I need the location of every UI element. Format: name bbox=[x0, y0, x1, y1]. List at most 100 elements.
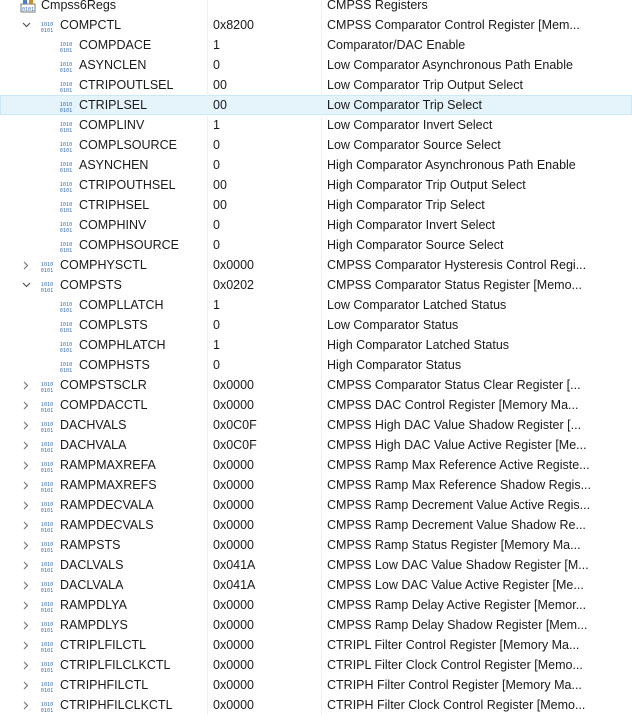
register-value[interactable]: 0 bbox=[213, 355, 316, 375]
tree-row[interactable]: 1010 0101 COMPHINV 0 High Comparator Invert … bbox=[0, 215, 632, 235]
register-value[interactable]: 0x0000 bbox=[213, 655, 316, 675]
register-value[interactable]: 0x0000 bbox=[213, 495, 316, 515]
tree-row[interactable]: 1010 0101 COMPLINV 1 Low Comparator Invert S… bbox=[0, 115, 632, 135]
chevron-right-icon[interactable] bbox=[20, 375, 32, 395]
tree-row[interactable]: 1010 0101 CTRIPHFILCLKCTL 0x0000 CTRIPH Filt… bbox=[0, 695, 632, 715]
chevron-down-icon[interactable] bbox=[20, 275, 32, 295]
register-value[interactable]: 0x0000 bbox=[213, 515, 316, 535]
tree-row[interactable]: 1010 0101 DACHVALS 0x0C0F CMPSS High DAC Val… bbox=[0, 415, 632, 435]
chevron-right-icon[interactable] bbox=[20, 535, 32, 555]
tree-row[interactable]: 1010 0101 CTRIPLFILCLKCTL 0x0000 CTRIPL Filt… bbox=[0, 655, 632, 675]
tree-row[interactable]: 1010 0101 COMPHLATCH 1 High Comparator Latch… bbox=[0, 335, 632, 355]
chevron-right-icon[interactable] bbox=[20, 255, 32, 275]
register-value[interactable]: 0x0000 bbox=[213, 695, 316, 715]
tree-row-root[interactable]: 0101 Cmpss6Regs CMPSS Registers bbox=[0, 0, 632, 15]
tree-row[interactable]: 1010 0101 DACHVALA 0x0C0F CMPSS High DAC Val… bbox=[0, 435, 632, 455]
register-value[interactable]: 0 bbox=[213, 55, 316, 75]
register-value[interactable]: 0x0000 bbox=[213, 255, 316, 275]
chevron-right-icon[interactable] bbox=[20, 635, 32, 655]
register-value[interactable]: 0 bbox=[213, 215, 316, 235]
tree-row[interactable]: 1010 0101 COMPCTL 0x8200 CMPSS Comparator Co… bbox=[0, 15, 632, 35]
register-value[interactable]: 1 bbox=[213, 335, 316, 355]
tree-row[interactable]: 1010 0101 CTRIPLSEL 00 Low Comparator Trip S… bbox=[0, 95, 632, 115]
register-value[interactable]: 0x0202 bbox=[213, 275, 316, 295]
register-value[interactable]: 0x0000 bbox=[213, 635, 316, 655]
tree-row[interactable]: 1010 0101 COMPDACCTL 0x0000 CMPSS DAC Contro… bbox=[0, 395, 632, 415]
register-value[interactable]: 0x0000 bbox=[213, 675, 316, 695]
register-value[interactable]: 0 bbox=[213, 135, 316, 155]
register-value[interactable]: 0x0000 bbox=[213, 595, 316, 615]
register-value[interactable]: 1 bbox=[213, 115, 316, 135]
register-value[interactable]: 0x8200 bbox=[213, 15, 316, 35]
register-value[interactable]: 0x0000 bbox=[213, 375, 316, 395]
column-separator bbox=[321, 495, 322, 515]
chevron-right-icon[interactable] bbox=[20, 655, 32, 675]
tree-row[interactable]: 1010 0101 RAMPDECVALA 0x0000 CMPSS Ramp Decr… bbox=[0, 495, 632, 515]
name-cell: 1010 0101 RAMPMAXREFS bbox=[0, 475, 207, 495]
register-value[interactable]: 0x0000 bbox=[213, 455, 316, 475]
chevron-down-icon[interactable] bbox=[20, 15, 32, 35]
register-value[interactable]: 0 bbox=[213, 155, 316, 175]
register-value[interactable]: 0x0000 bbox=[213, 535, 316, 555]
tree-row[interactable]: 1010 0101 COMPHSOURCE 0 High Comparator Sour… bbox=[0, 235, 632, 255]
chevron-right-icon[interactable] bbox=[20, 555, 32, 575]
tree-row[interactable]: 1010 0101 DACLVALA 0x041A CMPSS Low DAC Valu… bbox=[0, 575, 632, 595]
tree-row[interactable]: 1010 0101 ASYNCHEN 0 High Comparator Asynchr… bbox=[0, 155, 632, 175]
register-value[interactable]: 00 bbox=[213, 175, 316, 195]
svg-text:0101: 0101 bbox=[41, 548, 54, 553]
tree-row[interactable]: 1010 0101 COMPLSOURCE 0 Low Comparator Sourc… bbox=[0, 135, 632, 155]
tree-row[interactable]: 1010 0101 RAMPSTS 0x0000 CMPSS Ramp Status R… bbox=[0, 535, 632, 555]
chevron-right-icon[interactable] bbox=[20, 415, 32, 435]
register-name: COMPSTS bbox=[60, 278, 122, 292]
tree-row[interactable]: 1010 0101 COMPSTSCLR 0x0000 CMPSS Comparator… bbox=[0, 375, 632, 395]
chevron-right-icon[interactable] bbox=[20, 475, 32, 495]
chevron-right-icon[interactable] bbox=[20, 615, 32, 635]
register-value[interactable]: 0x0C0F bbox=[213, 435, 316, 455]
tree-row[interactable]: 1010 0101 COMPLLATCH 1 Low Comparator Latche… bbox=[0, 295, 632, 315]
tree-row[interactable]: 1010 0101 COMPSTS 0x0202 CMPSS Comparator St… bbox=[0, 275, 632, 295]
register-value[interactable]: 00 bbox=[213, 95, 316, 115]
register-value[interactable]: 00 bbox=[213, 195, 316, 215]
register-value[interactable]: 0x041A bbox=[213, 555, 316, 575]
tree-row[interactable]: 1010 0101 COMPHSTS 0 High Comparator Status bbox=[0, 355, 632, 375]
register-value[interactable]: 0x0C0F bbox=[213, 415, 316, 435]
register-value[interactable]: 0 bbox=[213, 315, 316, 335]
register-value[interactable]: 1 bbox=[213, 295, 316, 315]
svg-text:0101: 0101 bbox=[41, 628, 54, 633]
tree-row[interactable]: 1010 0101 CTRIPLFILCTL 0x0000 CTRIPL Filter … bbox=[0, 635, 632, 655]
tree-row[interactable]: 1010 0101 RAMPDLYS 0x0000 CMPSS Ramp Delay S… bbox=[0, 615, 632, 635]
chevron-right-icon[interactable] bbox=[20, 595, 32, 615]
tree-row[interactable]: 1010 0101 CTRIPOUTLSEL 00 Low Comparator Tri… bbox=[0, 75, 632, 95]
register-value[interactable]: 0 bbox=[213, 235, 316, 255]
tree-row[interactable]: 1010 0101 COMPHYSCTL 0x0000 CMPSS Comparator… bbox=[0, 255, 632, 275]
tree-row[interactable]: 1010 0101 RAMPDLYA 0x0000 CMPSS Ramp Delay A… bbox=[0, 595, 632, 615]
tree-row[interactable]: 1010 0101 CTRIPHFILCTL 0x0000 CTRIPH Filter … bbox=[0, 675, 632, 695]
tree-row[interactable]: 1010 0101 RAMPMAXREFS 0x0000 CMPSS Ramp Max … bbox=[0, 475, 632, 495]
register-name: CTRIPHFILCTL bbox=[60, 678, 149, 692]
tree-row[interactable]: 1010 0101 RAMPDECVALS 0x0000 CMPSS Ramp Decr… bbox=[0, 515, 632, 535]
chevron-right-icon[interactable] bbox=[20, 455, 32, 475]
register-value[interactable]: 0x0000 bbox=[213, 395, 316, 415]
chevron-right-icon[interactable] bbox=[20, 695, 32, 715]
register-value[interactable]: 0x0000 bbox=[213, 615, 316, 635]
chevron-right-icon[interactable] bbox=[20, 575, 32, 595]
tree-row[interactable]: 1010 0101 CTRIPHSEL 00 High Comparator Trip … bbox=[0, 195, 632, 215]
chevron-right-icon[interactable] bbox=[20, 435, 32, 455]
name-cell: 1010 0101 DACHVALS bbox=[0, 415, 207, 435]
register-value[interactable]: 00 bbox=[213, 75, 316, 95]
chevron-right-icon[interactable] bbox=[20, 675, 32, 695]
tree-row[interactable]: 1010 0101 ASYNCLEN 0 Low Comparator Asynchro… bbox=[0, 55, 632, 75]
chevron-right-icon[interactable] bbox=[20, 495, 32, 515]
tree-row[interactable]: 1010 0101 COMPDACE 1 Comparator/DAC Enable bbox=[0, 35, 632, 55]
tree-row[interactable]: 1010 0101 CTRIPOUTHSEL 00 High Comparator Tr… bbox=[0, 175, 632, 195]
tree-row[interactable]: 1010 0101 DACLVALS 0x041A CMPSS Low DAC Valu… bbox=[0, 555, 632, 575]
tree-row[interactable]: 1010 0101 RAMPMAXREFA 0x0000 CMPSS Ramp Max … bbox=[0, 455, 632, 475]
register-value[interactable]: 0x041A bbox=[213, 575, 316, 595]
column-separator bbox=[321, 615, 322, 635]
register-value[interactable]: 0x0000 bbox=[213, 475, 316, 495]
register-value[interactable]: 1 bbox=[213, 35, 316, 55]
register-bits-icon: 1010 0101 bbox=[58, 39, 74, 54]
tree-row[interactable]: 1010 0101 COMPLSTS 0 Low Comparator Status bbox=[0, 315, 632, 335]
chevron-right-icon[interactable] bbox=[20, 515, 32, 535]
chevron-right-icon[interactable] bbox=[20, 395, 32, 415]
